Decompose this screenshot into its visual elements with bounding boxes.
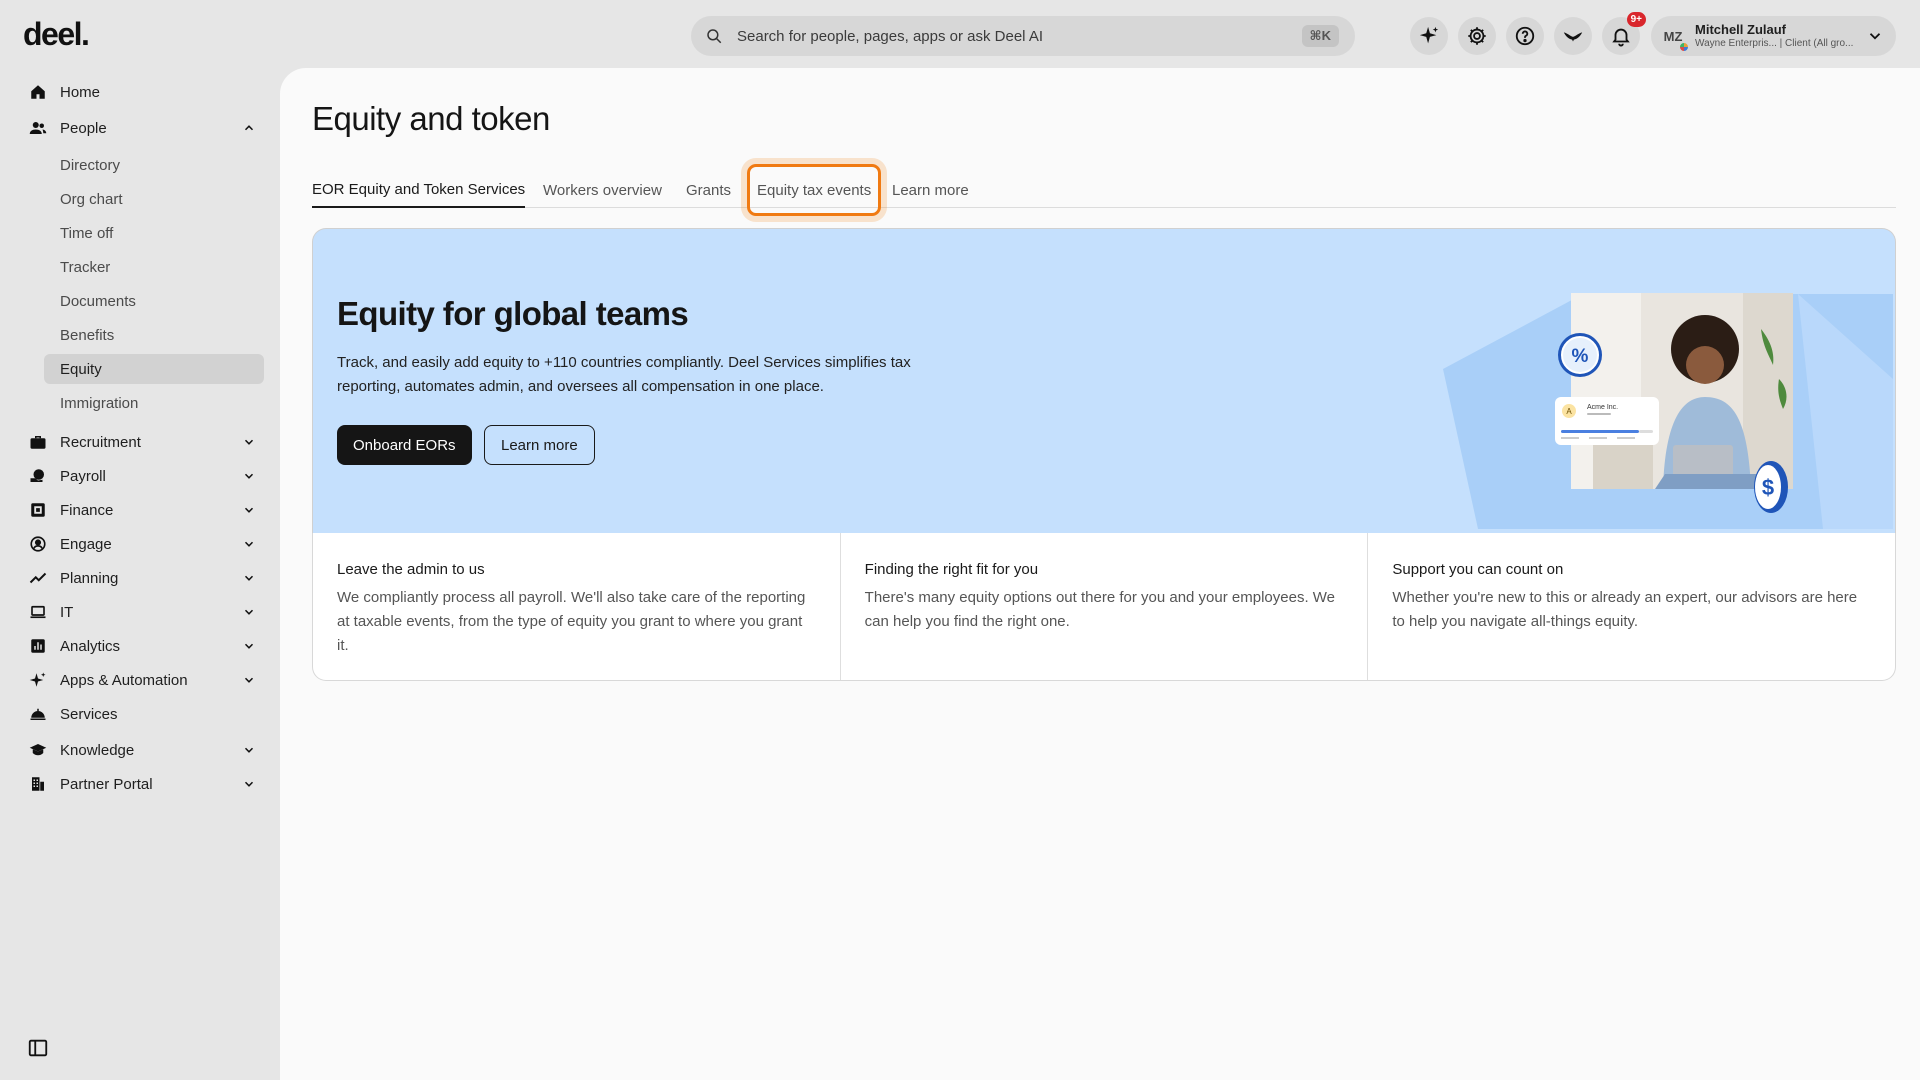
analytics-icon (31, 639, 45, 653)
chevron-down-icon (244, 781, 254, 787)
tab-eor-equity-token-services[interactable]: EOR Equity and Token Services (312, 172, 526, 208)
tab-equity-tax-events[interactable]: Equity tax events (747, 164, 882, 216)
chevron-down-icon (244, 507, 254, 513)
bird-icon (1563, 32, 1583, 42)
sidebar-item-it[interactable]: IT (28, 597, 256, 627)
home-icon (31, 85, 45, 99)
notifications-button[interactable]: 9+ (1602, 12, 1646, 55)
chevron-down-icon (244, 473, 254, 479)
sidebar-item-services[interactable]: Services (28, 699, 256, 729)
user-menu[interactable]: MZ Mitchell Zulauf Wayne Enterpris... | … (1651, 16, 1896, 56)
sparkle-icon (29, 672, 46, 687)
main-content: Equity and token EOR Equity and Token Se… (280, 68, 1920, 1080)
feature-card: Support you can count on Whether you're … (1368, 533, 1895, 680)
settings-button[interactable] (1458, 17, 1496, 55)
sidebar-subitem-documents[interactable]: Documents (44, 286, 264, 316)
help-button[interactable] (1506, 17, 1544, 55)
card-company: Acme Inc. (1587, 404, 1618, 411)
sidebar-subitem-equity[interactable]: Equity (44, 354, 264, 384)
hero-description: Track, and easily add equity to +110 cou… (337, 354, 911, 395)
feature-title: Leave the admin to us (337, 561, 485, 578)
chevron-down-icon (244, 747, 254, 753)
chevron-down-icon (1869, 33, 1881, 40)
ai-assistant-button[interactable] (1410, 17, 1448, 55)
bell-icon (1612, 28, 1630, 47)
sidebar-item-engage[interactable]: Engage (28, 529, 256, 559)
sidebar-subitem-tracker[interactable]: Tracker (44, 252, 264, 282)
services-icon (30, 708, 46, 720)
feature-card: Leave the admin to us We compliantly pro… (313, 533, 841, 680)
hero-banner: Equity for global teams Track, and easil… (312, 228, 1896, 534)
sidebar-item-apps-automation[interactable]: Apps & Automation (28, 665, 256, 695)
feature-text: Whether you're new to this or already an… (1392, 589, 1858, 630)
sidebar-subitem-directory[interactable]: Directory (44, 150, 264, 180)
finance-icon (31, 503, 45, 517)
building-icon (32, 777, 44, 791)
people-icon (29, 122, 47, 134)
feature-text: There's many equity options out there fo… (864, 589, 1336, 630)
help-icon (1515, 26, 1535, 46)
sidebar-item-analytics[interactable]: Analytics (28, 631, 256, 661)
global-search[interactable]: ⌘K (691, 16, 1355, 56)
tab-learn-more[interactable]: Learn more (892, 172, 969, 208)
org-logo-icon (1679, 42, 1689, 52)
sidebar-item-recruitment[interactable]: Recruitment (28, 427, 256, 457)
sidebar: Home People Directory Org chart Time off… (0, 70, 280, 1080)
search-input[interactable] (737, 27, 1302, 45)
dollar-icon: $ (1762, 475, 1774, 500)
sidebar-subitem-immigration[interactable]: Immigration (44, 388, 264, 418)
percent-icon: % (1572, 346, 1589, 367)
whats-new-button[interactable] (1554, 17, 1592, 55)
tab-bar: EOR Equity and Token Services Workers ov… (312, 164, 1896, 216)
sidebar-item-finance[interactable]: Finance (28, 495, 256, 525)
avatar: MZ (1657, 20, 1689, 52)
sidebar-item-knowledge[interactable]: Knowledge (28, 735, 256, 765)
chevron-down-icon (244, 677, 254, 683)
sidebar-item-people[interactable]: People (28, 113, 256, 143)
hero-illustration: A Acme Inc. % $ (1443, 293, 1893, 529)
sidebar-item-planning[interactable]: Planning (28, 563, 256, 593)
chevron-down-icon (244, 643, 254, 649)
sidebar-item-home[interactable]: Home (28, 77, 256, 107)
payroll-icon (30, 469, 44, 482)
sparkle-icon (1419, 26, 1439, 44)
briefcase-icon (30, 436, 46, 449)
sidebar-subitem-org-chart[interactable]: Org chart (44, 184, 264, 214)
card-initial: A (1566, 407, 1572, 416)
sidebar-subitem-benefits[interactable]: Benefits (44, 320, 264, 350)
chevron-down-icon (244, 609, 254, 615)
feature-card: Finding the right fit for you There's ma… (841, 533, 1369, 680)
chevron-down-icon (244, 439, 254, 445)
search-icon (707, 29, 722, 44)
graduation-icon (29, 744, 47, 756)
gear-icon (1468, 27, 1486, 45)
sidebar-subitem-time-off[interactable]: Time off (44, 218, 264, 248)
user-name: Mitchell Zulauf (1695, 21, 1786, 37)
onboard-eors-button[interactable]: Onboard EORs (337, 425, 472, 465)
sidebar-item-partner-portal[interactable]: Partner Portal (28, 769, 256, 799)
hero-title: Equity for global teams (337, 295, 689, 332)
feature-title: Finding the right fit for you (864, 561, 1039, 578)
laptop-icon (30, 605, 46, 619)
sidebar-item-payroll[interactable]: Payroll (28, 461, 256, 491)
tab-workers-overview[interactable]: Workers overview (543, 172, 662, 208)
tab-grants[interactable]: Grants (686, 172, 731, 208)
feature-title: Support you can count on (1392, 561, 1564, 578)
planning-icon (29, 572, 47, 584)
user-org: Wayne Enterpris... | Client (All gro... (1695, 37, 1854, 49)
notification-count-badge: 9+ (1626, 12, 1646, 27)
feature-text: We compliantly process all payroll. We'l… (337, 589, 806, 654)
deel-logo[interactable]: deel. (23, 16, 90, 53)
chevron-down-icon (244, 541, 254, 547)
chevron-down-icon (244, 575, 254, 581)
chevron-up-icon (244, 125, 254, 131)
engage-icon (30, 536, 46, 552)
top-bar: deel. ⌘K 9+ MZ Mitchell Zulauf Wayne Ent… (0, 0, 1920, 70)
page-title: Equity and token (312, 100, 550, 137)
search-shortcut-badge: ⌘K (1301, 25, 1339, 47)
learn-more-button[interactable]: Learn more (484, 425, 595, 465)
sidebar-collapse-icon[interactable] (27, 1037, 49, 1059)
features-grid: Leave the admin to us We compliantly pro… (312, 533, 1896, 681)
